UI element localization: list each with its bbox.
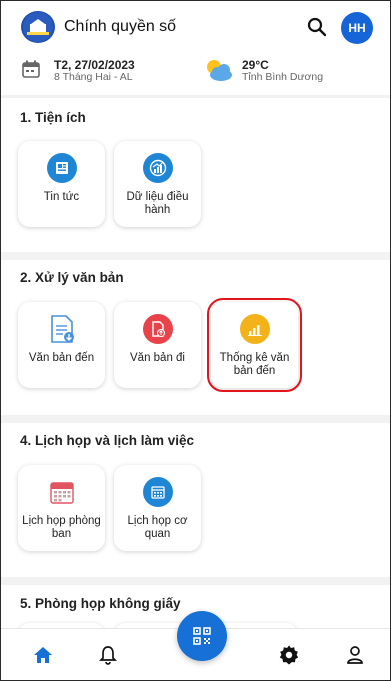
calendar-grid-icon	[142, 477, 173, 507]
card-operation-data[interactable]: Dữ liệu điều hành	[114, 141, 201, 227]
date-main: T2, 27/02/2023	[54, 58, 135, 72]
section-utilities: 1. Tiện ích Tin tức Dữ liệu điều hành	[1, 98, 390, 252]
lunar-date: 8 Tháng Hai - AL	[54, 71, 133, 83]
section-document-processing: 2. Xử lý văn bản Văn bản đến Văn bản đi …	[1, 260, 390, 415]
header: Chính quyền số HH T2, 27/02/2023 8 Tháng…	[1, 1, 390, 95]
card-label: Thống kê văn bản đến	[219, 352, 290, 377]
card-incoming-statistics[interactable]: Thống kê văn bản đến	[207, 298, 302, 392]
section-title: 5. Phòng họp không giấy	[20, 596, 181, 611]
app-logo	[21, 11, 55, 43]
incoming-document-icon	[47, 314, 77, 344]
section-title: 1. Tiện ích	[20, 110, 86, 125]
calendar-icon	[22, 60, 40, 78]
qr-icon	[193, 627, 211, 645]
section-title: 4. Lịch họp và lịch làm việc	[20, 433, 195, 448]
user-icon[interactable]	[342, 643, 368, 667]
location: Tỉnh Bình Dương	[242, 71, 324, 83]
card-label: Văn bản đến	[28, 352, 95, 364]
gear-icon[interactable]	[276, 643, 302, 667]
card-department-meetings[interactable]: Lịch họp phòng ban	[18, 465, 105, 551]
app-screen: Chính quyền số HH T2, 27/02/2023 8 Tháng…	[0, 0, 391, 681]
calendar-icon	[47, 477, 77, 507]
app-title: Chính quyền số	[64, 18, 177, 35]
avatar[interactable]: HH	[341, 12, 373, 44]
statistics-icon	[239, 314, 270, 344]
card-outgoing-documents[interactable]: Văn bản đi	[114, 302, 201, 388]
qr-scan-button[interactable]	[177, 611, 227, 661]
bell-icon[interactable]	[95, 643, 121, 667]
analytics-icon	[142, 153, 173, 183]
section-meeting-schedule: 4. Lịch họp và lịch làm việc Lịch họp ph…	[1, 423, 390, 577]
card-agency-meetings[interactable]: Lịch họp cơ quan	[114, 465, 201, 551]
home-icon[interactable]	[30, 643, 56, 667]
card-label: Tin tức	[43, 191, 80, 203]
outgoing-document-icon	[142, 314, 173, 344]
news-icon	[46, 153, 77, 183]
card-label: Lịch họp phòng ban	[22, 515, 101, 540]
partly-cloudy-icon	[207, 60, 232, 81]
card-news[interactable]: Tin tức	[18, 141, 105, 227]
card-incoming-documents[interactable]: Văn bản đến	[18, 302, 105, 388]
temperature: 29°C	[242, 58, 269, 72]
section-title: 2. Xử lý văn bản	[20, 270, 124, 285]
card-label: Lịch họp cơ quan	[127, 515, 188, 540]
card-label: Văn bản đi	[130, 352, 185, 364]
search-icon[interactable]	[305, 15, 329, 39]
card-label: Dữ liệu điều hành	[126, 191, 189, 216]
